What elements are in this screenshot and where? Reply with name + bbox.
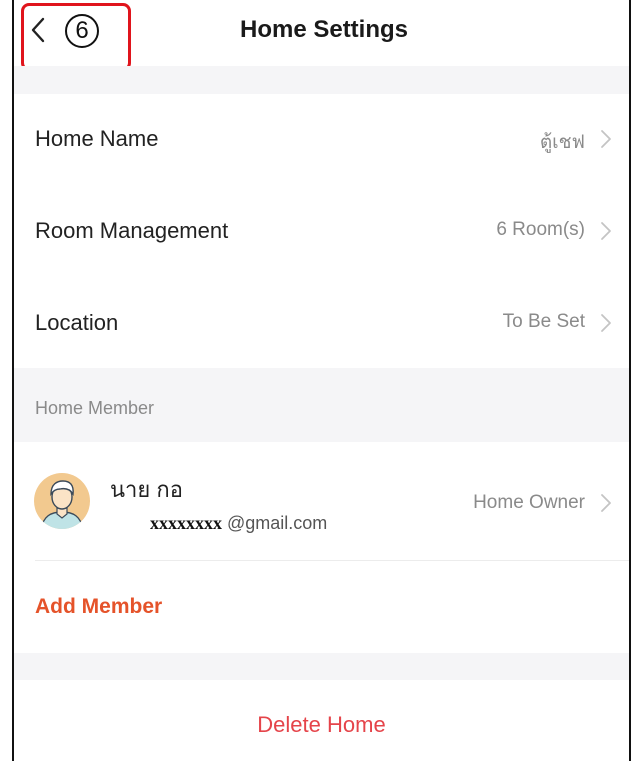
chevron-right-icon: [601, 222, 611, 240]
page-title: Home Settings: [239, 16, 409, 43]
member-email: xxxxxxxx @gmail.com: [150, 513, 327, 534]
add-member-button[interactable]: Add Member: [14, 561, 629, 653]
delete-home-label: Delete Home: [257, 712, 386, 737]
home-name-label: Home Name: [35, 126, 159, 151]
location-label: Location: [35, 310, 119, 335]
chevron-right-icon: [601, 130, 611, 148]
section-gap: [14, 653, 629, 680]
home-member-section-header: Home Member: [14, 368, 629, 442]
chevron-left-icon: [31, 17, 45, 43]
home-name-value: ตู้เชฟ: [539, 132, 585, 153]
section-gap: [14, 66, 629, 94]
home-settings-screen: 6 Home Settings Home Name ตู้เชฟ Room Ma…: [14, 0, 629, 761]
member-item[interactable]: นาย กอ xxxxxxxx @gmail.com Home Owner: [14, 442, 629, 560]
add-member-label: Add Member: [35, 595, 163, 618]
frame-border-right: [629, 0, 631, 761]
room-count-value: 6 Room(s): [496, 219, 585, 240]
chevron-right-icon: [601, 494, 611, 512]
back-button[interactable]: [24, 10, 52, 50]
nav-header: 6 Home Settings: [14, 0, 629, 66]
room-management-row[interactable]: Room Management 6 Room(s): [14, 186, 629, 278]
email-domain: @gmail.com: [222, 513, 328, 533]
step-number-marker: 6: [65, 14, 99, 48]
member-name: นาย กอ: [110, 477, 183, 502]
screenshot-frame: 6 Home Settings Home Name ตู้เชฟ Room Ma…: [0, 0, 644, 761]
room-management-label: Room Management: [35, 218, 229, 243]
chevron-right-icon: [601, 314, 611, 332]
email-masked-part: xxxxxxxx: [150, 513, 222, 533]
delete-home-button[interactable]: Delete Home: [14, 680, 629, 761]
user-avatar-icon: [34, 473, 90, 529]
location-value: To Be Set: [502, 311, 585, 332]
member-role: Home Owner: [473, 492, 585, 513]
location-row[interactable]: Location To Be Set: [14, 278, 629, 370]
home-name-row[interactable]: Home Name ตู้เชฟ: [14, 94, 629, 186]
section-title: Home Member: [35, 398, 155, 418]
